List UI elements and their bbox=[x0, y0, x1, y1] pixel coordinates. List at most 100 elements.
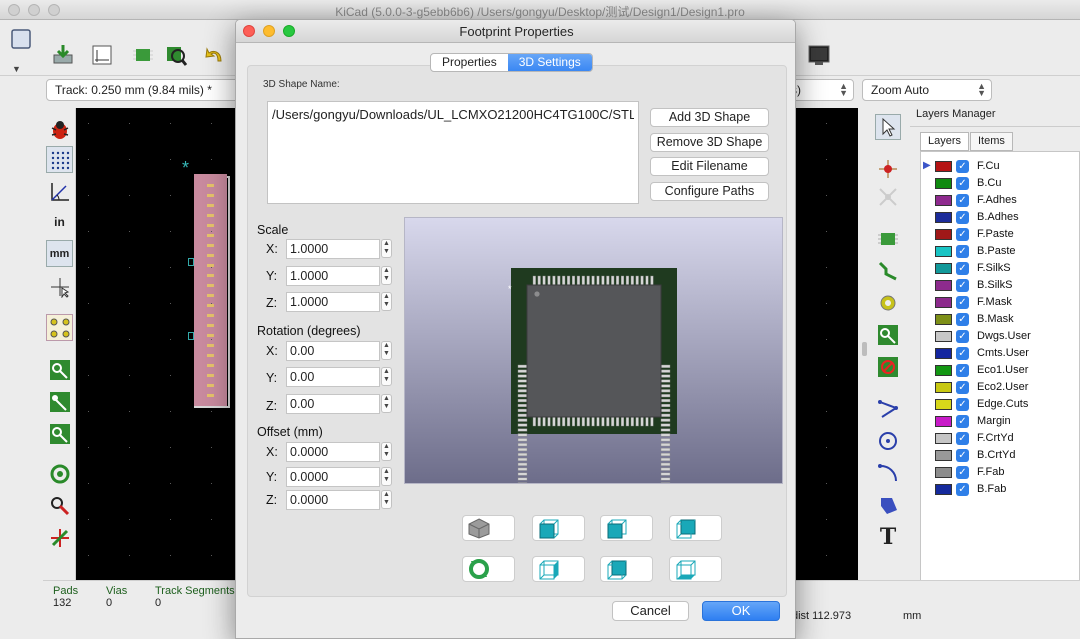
layer-visibility-checkbox[interactable]: ✓ bbox=[956, 449, 969, 462]
shape-list[interactable]: /Users/gongyu/Downloads/UL_LCMXO21200HC4… bbox=[267, 101, 639, 204]
rotation-x-stepper[interactable]: ▲ ▼ bbox=[381, 341, 392, 360]
panel-splitter-handle[interactable] bbox=[862, 342, 867, 356]
layer-row[interactable]: ✓ F.Paste bbox=[925, 227, 1075, 244]
layer-row[interactable]: ✓ B.Cu bbox=[925, 176, 1075, 193]
polar-coords-icon[interactable] bbox=[46, 178, 73, 205]
offset-y-stepper[interactable]: ▲ ▼ bbox=[381, 467, 392, 486]
inch-units-icon[interactable]: in bbox=[46, 208, 73, 235]
layer-color-swatch[interactable] bbox=[935, 195, 952, 206]
cancel-button[interactable]: Cancel bbox=[612, 601, 689, 621]
panel-icon[interactable] bbox=[8, 26, 34, 52]
offset-x-input[interactable]: 0.0000 bbox=[286, 442, 380, 462]
scale-x-stepper[interactable]: ▲ ▼ bbox=[381, 239, 392, 258]
scale-y-input[interactable]: 1.0000 bbox=[286, 266, 380, 286]
layer-row[interactable]: ✓ F.Adhes bbox=[925, 193, 1075, 210]
edit-filename-button[interactable]: Edit Filename bbox=[650, 157, 769, 176]
layer-visibility-checkbox[interactable]: ✓ bbox=[956, 313, 969, 326]
configure-paths-button[interactable]: Configure Paths bbox=[650, 182, 769, 201]
layer-row[interactable]: ✓ F.Fab bbox=[925, 465, 1075, 482]
rotation-z-stepper[interactable]: ▲ ▼ bbox=[381, 394, 392, 413]
layer-color-swatch[interactable] bbox=[935, 263, 952, 274]
layer-row[interactable]: ✓ F.CrtYd bbox=[925, 431, 1075, 448]
offset-x-stepper[interactable]: ▲ ▼ bbox=[381, 442, 392, 461]
shape-path-item[interactable]: /Users/gongyu/Downloads/UL_LCMXO21200HC4… bbox=[272, 107, 634, 122]
layer-visibility-checkbox[interactable]: ✓ bbox=[956, 330, 969, 343]
layer-color-swatch[interactable] bbox=[935, 297, 952, 308]
layer-row[interactable]: ✓ Dwgs.User bbox=[925, 329, 1075, 346]
layer-color-swatch[interactable] bbox=[935, 246, 952, 257]
layer-color-swatch[interactable] bbox=[935, 280, 952, 291]
high-contrast-icon[interactable] bbox=[46, 460, 73, 487]
layer-row[interactable]: ✓ Margin bbox=[925, 414, 1075, 431]
layer-row[interactable]: ✓ B.Adhes bbox=[925, 210, 1075, 227]
layer-visibility-checkbox[interactable]: ✓ bbox=[956, 347, 969, 360]
add-line-icon[interactable] bbox=[875, 396, 901, 422]
reload-button[interactable] bbox=[462, 556, 515, 582]
tab-properties[interactable]: Properties bbox=[431, 54, 508, 71]
mm-units-icon[interactable]: mm bbox=[46, 240, 73, 267]
layer-row[interactable]: ✓ B.Mask bbox=[925, 312, 1075, 329]
layer-row[interactable]: ✓ Cmts.User bbox=[925, 346, 1075, 363]
drc-bug-icon[interactable] bbox=[46, 116, 73, 143]
layer-visibility-checkbox[interactable]: ✓ bbox=[956, 160, 969, 173]
layer-color-swatch[interactable] bbox=[935, 382, 952, 393]
undo-icon[interactable] bbox=[202, 42, 228, 68]
show-zones-icon[interactable] bbox=[46, 356, 73, 383]
remove-3d-shape-button[interactable]: Remove 3D Shape bbox=[650, 133, 769, 152]
offset-y-input[interactable]: 0.0000 bbox=[286, 467, 380, 487]
footprint-body[interactable] bbox=[194, 174, 227, 406]
layer-color-swatch[interactable] bbox=[935, 416, 952, 427]
add-3d-shape-button[interactable]: Add 3D Shape bbox=[650, 108, 769, 127]
microwave-icon[interactable] bbox=[46, 492, 73, 519]
save-icon[interactable] bbox=[50, 42, 76, 68]
scale-y-stepper[interactable]: ▲ ▼ bbox=[381, 266, 392, 285]
layer-visibility-checkbox[interactable]: ✓ bbox=[956, 245, 969, 258]
layer-visibility-checkbox[interactable]: ✓ bbox=[956, 194, 969, 207]
scripting-console-icon[interactable] bbox=[806, 42, 832, 68]
tab-items[interactable]: Items bbox=[970, 132, 1013, 151]
tab-layers[interactable]: Layers bbox=[920, 132, 970, 151]
layer-row[interactable]: ✓ B.Paste bbox=[925, 244, 1075, 261]
collapse-arrow-icon[interactable]: ▼ bbox=[12, 64, 21, 74]
highlight-net-icon[interactable] bbox=[875, 156, 901, 182]
layer-color-swatch[interactable] bbox=[935, 467, 952, 478]
rotation-y-stepper[interactable]: ▲ ▼ bbox=[381, 367, 392, 386]
layer-visibility-checkbox[interactable]: ✓ bbox=[956, 262, 969, 275]
view-front-button[interactable] bbox=[600, 515, 653, 541]
layer-row[interactable]: ✓ Eco1.User bbox=[925, 363, 1075, 380]
layer-color-swatch[interactable] bbox=[935, 314, 952, 325]
route-track-icon[interactable] bbox=[875, 258, 901, 284]
add-zone-icon[interactable] bbox=[875, 322, 901, 348]
layer-color-swatch[interactable] bbox=[935, 365, 952, 376]
offset-z-input[interactable]: 0.0000 bbox=[286, 490, 380, 510]
footprint-viewer-icon[interactable] bbox=[163, 42, 189, 68]
offset-z-stepper[interactable]: ▲ ▼ bbox=[381, 490, 392, 509]
add-via-icon[interactable] bbox=[875, 290, 901, 316]
footprint-editor-icon[interactable] bbox=[130, 42, 156, 68]
board-setup-icon[interactable] bbox=[89, 42, 115, 68]
track-width-select[interactable]: Track: 0.250 mm (9.84 mils) * bbox=[46, 79, 242, 101]
layer-color-swatch[interactable] bbox=[935, 331, 952, 342]
layer-color-swatch[interactable] bbox=[935, 161, 952, 172]
layer-row[interactable]: ✓ B.CrtYd bbox=[925, 448, 1075, 465]
layer-color-swatch[interactable] bbox=[935, 348, 952, 359]
layer-visibility-checkbox[interactable]: ✓ bbox=[956, 279, 969, 292]
ok-button[interactable]: OK bbox=[702, 601, 780, 621]
layer-visibility-checkbox[interactable]: ✓ bbox=[956, 228, 969, 241]
layer-color-swatch[interactable] bbox=[935, 229, 952, 240]
layer-visibility-checkbox[interactable]: ✓ bbox=[956, 432, 969, 445]
layer-visibility-checkbox[interactable]: ✓ bbox=[956, 211, 969, 224]
layer-row[interactable]: ✓ Eco2.User bbox=[925, 380, 1075, 397]
view-top-button[interactable] bbox=[669, 515, 722, 541]
layer-visibility-checkbox[interactable]: ✓ bbox=[956, 398, 969, 411]
scale-z-stepper[interactable]: ▲ ▼ bbox=[381, 292, 392, 311]
rotation-x-input[interactable]: 0.00 bbox=[286, 341, 380, 361]
layer-row[interactable]: ✓ Edge.Cuts bbox=[925, 397, 1075, 414]
scale-x-input[interactable]: 1.0000 bbox=[286, 239, 380, 259]
tab-3d-settings[interactable]: 3D Settings bbox=[507, 54, 592, 71]
grid-icon[interactable] bbox=[46, 146, 73, 173]
layer-color-swatch[interactable] bbox=[935, 433, 952, 444]
keepout-area-icon[interactable] bbox=[875, 354, 901, 380]
layer-row[interactable]: ✓ F.Mask bbox=[925, 295, 1075, 312]
layer-color-swatch[interactable] bbox=[935, 399, 952, 410]
